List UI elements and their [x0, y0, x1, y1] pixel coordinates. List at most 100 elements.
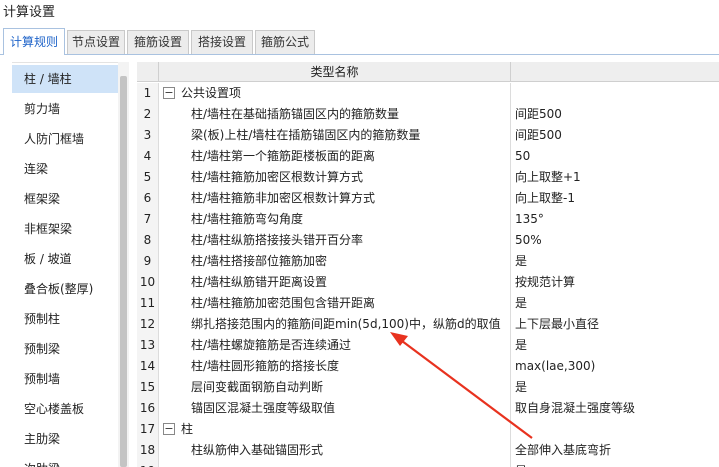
tab-bar: 计算规则 节点设置 箍筋设置 搭接设置 箍筋公式 [0, 28, 719, 55]
window-title: 计算设置 [3, 5, 56, 20]
row-name: 梁(板)上柱/墙柱在插筋锚固区内的箍筋数量 [159, 125, 511, 146]
table-row[interactable]: 11 柱/墙柱箍筋加密范围包含错开距离 是 [137, 293, 719, 314]
sidebar-scroll-thumb[interactable] [120, 76, 127, 467]
grid-header: 类型名称 [137, 62, 719, 82]
row-value[interactable]: 是 [511, 293, 719, 314]
sidebar-item-composite-slab[interactable]: 叠合板(整厚) [12, 275, 118, 303]
row-number: 2 [137, 104, 159, 125]
row-value[interactable]: 间距500 [511, 104, 719, 125]
row-value[interactable]: 是 [511, 461, 719, 467]
row-name [159, 461, 511, 467]
table-row[interactable]: 1 − 公共设置项 [137, 83, 719, 104]
table-row[interactable]: 6 柱/墙柱箍筋非加密区根数计算方式 向上取整-1 [137, 188, 719, 209]
column-header-value[interactable] [511, 62, 719, 82]
table-row[interactable]: 10 柱/墙柱纵筋错开距离设置 按规范计算 [137, 272, 719, 293]
row-name: 柱/墙柱圆形箍筋的搭接长度 [159, 356, 511, 377]
sidebar-scrollbar[interactable] [118, 62, 129, 467]
row-number: 11 [137, 293, 159, 314]
row-name: − 公共设置项 [159, 83, 511, 104]
row-number: 15 [137, 377, 159, 398]
row-value[interactable]: 是 [511, 335, 719, 356]
table-row[interactable]: 13 柱/墙柱螺旋箍筋是否连续通过 是 [137, 335, 719, 356]
collapse-icon[interactable]: − [163, 423, 175, 435]
collapse-icon[interactable]: − [163, 87, 175, 99]
sidebar-item-non-frame-beam[interactable]: 非框架梁 [12, 215, 118, 243]
row-name: 柱/墙柱螺旋箍筋是否连续通过 [159, 335, 511, 356]
row-value[interactable] [511, 419, 719, 440]
row-value[interactable]: 上下层最小直径 [511, 314, 719, 335]
table-row[interactable]: 8 柱/墙柱纵筋搭接接头错开百分率 50% [137, 230, 719, 251]
row-number: 17 [137, 419, 159, 440]
row-name: 柱/墙柱搭接部位箍筋加密 [159, 251, 511, 272]
row-name: 柱/墙柱箍筋弯勾角度 [159, 209, 511, 230]
row-value[interactable] [511, 83, 719, 104]
row-value[interactable]: max(lae,300) [511, 356, 719, 377]
row-value[interactable]: 向上取整-1 [511, 188, 719, 209]
row-number: 16 [137, 398, 159, 419]
row-name: 柱/墙柱箍筋加密范围包含错开距离 [159, 293, 511, 314]
table-row[interactable]: 7 柱/墙柱箍筋弯勾角度 135° [137, 209, 719, 230]
row-name: 柱纵筋伸入基础锚固形式 [159, 440, 511, 461]
row-value[interactable]: 是 [511, 251, 719, 272]
row-value[interactable]: 全部伸入基底弯折 [511, 440, 719, 461]
row-number: 13 [137, 335, 159, 356]
row-value[interactable]: 135° [511, 209, 719, 230]
table-row[interactable]: 9 柱/墙柱搭接部位箍筋加密 是 [137, 251, 719, 272]
sidebar-item-main-rib-beam[interactable]: 主肋梁 [12, 425, 118, 453]
tab-calc-rules[interactable]: 计算规则 [3, 28, 65, 55]
sidebar-item-slab-ramp[interactable]: 板 / 坡道 [12, 245, 118, 273]
row-value[interactable]: 50% [511, 230, 719, 251]
sidebar-item-civil-defense-door-wall[interactable]: 人防门框墙 [12, 125, 118, 153]
row-number: 6 [137, 188, 159, 209]
row-name-text: 公共设置项 [181, 86, 242, 100]
row-number: 8 [137, 230, 159, 251]
table-row[interactable]: 19 是 [137, 461, 719, 467]
row-name: 柱/墙柱纵筋错开距离设置 [159, 272, 511, 293]
tab-stirrup-settings[interactable]: 箍筋设置 [127, 30, 189, 54]
row-number: 9 [137, 251, 159, 272]
sidebar-item-hollow-floor-slab[interactable]: 空心楼盖板 [12, 395, 118, 423]
row-number: 18 [137, 440, 159, 461]
tab-lap-settings[interactable]: 搭接设置 [191, 30, 253, 54]
row-value[interactable]: 是 [511, 377, 719, 398]
table-row[interactable]: 15 层间变截面钢筋自动判断 是 [137, 377, 719, 398]
sidebar-item-shear-wall[interactable]: 剪力墙 [12, 95, 118, 123]
table-row[interactable]: 18 柱纵筋伸入基础锚固形式 全部伸入基底弯折 [137, 440, 719, 461]
sidebar-item-precast-column[interactable]: 预制柱 [12, 305, 118, 333]
row-name: 柱/墙柱箍筋非加密区根数计算方式 [159, 188, 511, 209]
grid-header-corner [137, 62, 159, 82]
sidebar-item-secondary-rib-beam[interactable]: 次肋梁 [12, 455, 118, 467]
row-number: 1 [137, 83, 159, 104]
row-value[interactable]: 取自身混凝土强度等级 [511, 398, 719, 419]
tab-node-settings[interactable]: 节点设置 [67, 30, 125, 54]
table-row[interactable]: 2 柱/墙柱在基础插筋锚固区内的箍筋数量 间距500 [137, 104, 719, 125]
sidebar-item-precast-wall[interactable]: 预制墙 [12, 365, 118, 393]
row-number: 4 [137, 146, 159, 167]
sidebar-item-coupling-beam[interactable]: 连梁 [12, 155, 118, 183]
row-name: − 柱 [159, 419, 511, 440]
table-row[interactable]: 12 绑扎搭接范围内的箍筋间距min(5d,100)中，纵筋d的取值 上下层最小… [137, 314, 719, 335]
row-value[interactable]: 按规范计算 [511, 272, 719, 293]
sidebar-item-precast-beam[interactable]: 预制梁 [12, 335, 118, 363]
row-name: 锚固区混凝土强度等级取值 [159, 398, 511, 419]
table-row[interactable]: 16 锚固区混凝土强度等级取值 取自身混凝土强度等级 [137, 398, 719, 419]
table-row[interactable]: 4 柱/墙柱第一个箍筋距楼板面的距离 50 [137, 146, 719, 167]
row-number: 12 [137, 314, 159, 335]
row-value[interactable]: 向上取整+1 [511, 167, 719, 188]
row-name: 柱/墙柱在基础插筋锚固区内的箍筋数量 [159, 104, 511, 125]
row-number: 19 [137, 461, 159, 467]
row-value[interactable]: 间距500 [511, 125, 719, 146]
row-value[interactable]: 50 [511, 146, 719, 167]
table-row[interactable]: 17 − 柱 [137, 419, 719, 440]
row-name: 柱/墙柱纵筋搭接接头错开百分率 [159, 230, 511, 251]
row-number: 14 [137, 356, 159, 377]
tab-stirrup-formula[interactable]: 箍筋公式 [255, 30, 315, 54]
table-row[interactable]: 3 梁(板)上柱/墙柱在插筋锚固区内的箍筋数量 间距500 [137, 125, 719, 146]
sidebar-item-column[interactable]: 柱 / 墙柱 [12, 65, 118, 93]
sidebar-item-frame-beam[interactable]: 框架梁 [12, 185, 118, 213]
table-row[interactable]: 14 柱/墙柱圆形箍筋的搭接长度 max(lae,300) [137, 356, 719, 377]
row-number: 10 [137, 272, 159, 293]
row-number: 7 [137, 209, 159, 230]
column-header-type-name[interactable]: 类型名称 [159, 62, 511, 82]
table-row[interactable]: 5 柱/墙柱箍筋加密区根数计算方式 向上取整+1 [137, 167, 719, 188]
